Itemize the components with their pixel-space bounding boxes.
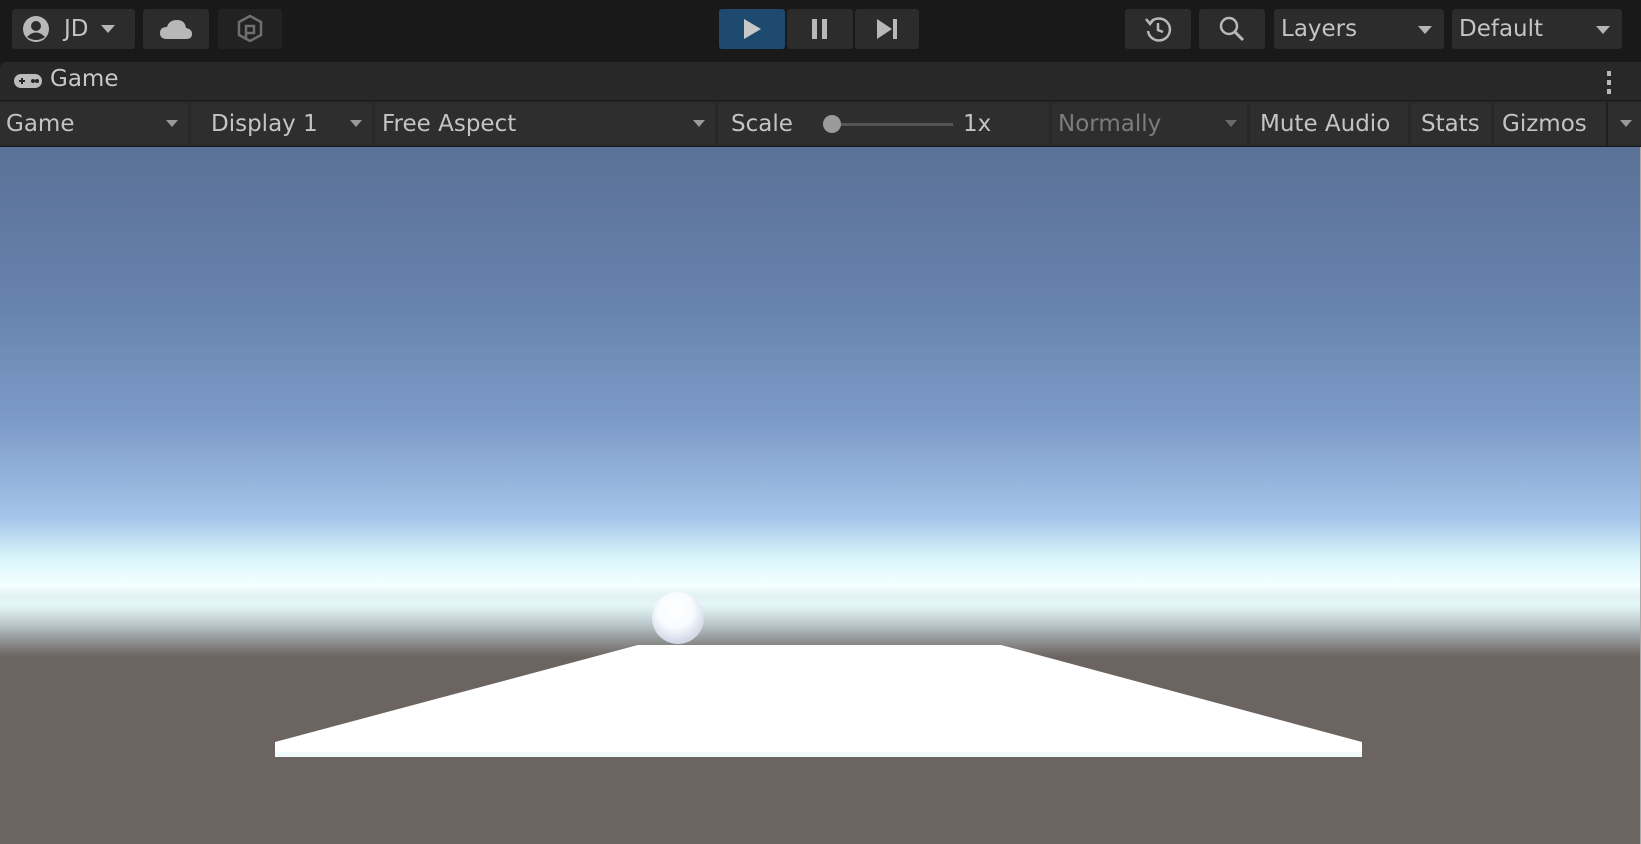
layers-dropdown[interactable]: Layers: [1274, 9, 1444, 49]
chevron-down-icon: [1596, 26, 1610, 34]
aspect-select-label: Free Aspect: [382, 111, 517, 137]
plastic-scm-icon: [237, 14, 263, 43]
scale-slider-thumb[interactable]: [823, 115, 841, 133]
game-viewport[interactable]: [0, 147, 1641, 844]
step-button[interactable]: [855, 9, 919, 49]
view-select-label: Game: [6, 111, 75, 137]
chevron-down-icon: [350, 120, 362, 127]
search-button[interactable]: [1199, 9, 1265, 49]
sphere-object: [652, 592, 704, 644]
plane-object: [275, 645, 1362, 757]
account-dropdown[interactable]: JD: [12, 9, 135, 49]
scale-control: Scale 1x: [718, 103, 1049, 145]
game-view-toolbar: Game Display 1 Free Aspect Scale 1x Norm…: [0, 101, 1641, 146]
pause-icon: [812, 19, 827, 39]
gizmos-dropdown[interactable]: [1606, 103, 1641, 145]
gizmos-toggle[interactable]: Gizmos: [1494, 103, 1606, 145]
stats-label: Stats: [1421, 111, 1480, 137]
cloud-icon: [160, 20, 192, 39]
undo-history-icon: [1145, 17, 1172, 42]
chevron-down-icon: [1620, 120, 1632, 127]
account-circle-icon: [23, 16, 49, 42]
chevron-down-icon: [1418, 26, 1432, 34]
undo-history-button[interactable]: [1125, 9, 1191, 49]
layout-label: Default: [1459, 16, 1544, 42]
layout-dropdown[interactable]: Default: [1452, 9, 1622, 49]
chevron-down-icon: [100, 25, 115, 33]
cloud-button[interactable]: [143, 9, 209, 49]
scale-label: Scale: [731, 111, 793, 137]
step-icon: [877, 19, 897, 39]
scale-slider[interactable]: [823, 115, 953, 133]
gizmos-label: Gizmos: [1502, 111, 1587, 137]
game-tab-bar: Game: [0, 62, 1641, 100]
plastic-scm-button[interactable]: [218, 9, 282, 49]
kebab-menu-icon[interactable]: [1606, 70, 1612, 94]
display-select[interactable]: Display 1: [191, 103, 372, 145]
scale-slider-track: [823, 123, 953, 126]
search-icon: [1219, 16, 1245, 42]
aspect-select[interactable]: Free Aspect: [375, 103, 715, 145]
chevron-down-icon: [693, 120, 705, 127]
mute-audio-label: Mute Audio: [1260, 111, 1391, 137]
gamepad-icon: [14, 74, 42, 88]
play-mode-select[interactable]: Normally: [1052, 103, 1247, 145]
main-toolbar: JD Layers Default: [0, 0, 1641, 60]
scale-value: 1x: [963, 111, 992, 137]
chevron-down-icon: [166, 120, 178, 127]
layers-label: Layers: [1281, 16, 1358, 42]
chevron-down-icon: [1225, 120, 1237, 127]
display-select-label: Display 1: [211, 111, 318, 137]
play-icon: [744, 19, 761, 39]
pause-button[interactable]: [787, 9, 853, 49]
tab-game[interactable]: Game: [50, 66, 118, 92]
play-mode-label: Normally: [1058, 111, 1162, 137]
view-select[interactable]: Game: [0, 103, 188, 145]
play-button[interactable]: [719, 9, 785, 49]
account-label: JD: [64, 16, 89, 42]
mute-audio-toggle[interactable]: Mute Audio: [1250, 103, 1408, 145]
stats-toggle[interactable]: Stats: [1411, 103, 1491, 145]
